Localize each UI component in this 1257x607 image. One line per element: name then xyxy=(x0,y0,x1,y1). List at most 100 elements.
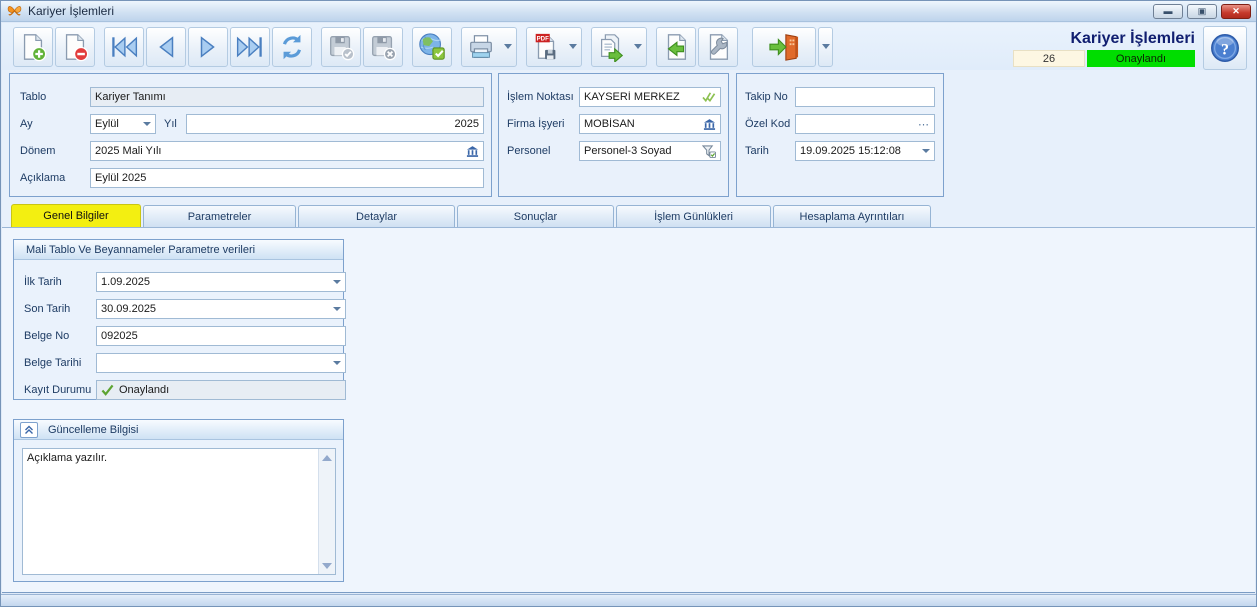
next-record-icon xyxy=(195,34,221,60)
title-bar: Kariyer İşlemleri ▬ ▣ ✕ xyxy=(1,1,1256,22)
save-cancel-button[interactable] xyxy=(363,27,403,67)
tab-parametreler[interactable]: Parametreler xyxy=(143,205,296,227)
print-dropdown-caret[interactable] xyxy=(504,44,512,49)
tarih-label: Tarih xyxy=(745,145,769,157)
aciklama-label: Açıklama xyxy=(20,172,65,184)
page-title: Kariyer İşlemleri xyxy=(1070,29,1195,49)
kayit-durumu-field: Onaylandı xyxy=(96,380,346,400)
mali-tablo-panel-title: Mali Tablo Ve Beyannameler Parametre ver… xyxy=(26,244,255,256)
belge-tarihi-dropdown-arrow[interactable] xyxy=(333,361,341,365)
donem-lookup-bank-icon[interactable] xyxy=(466,145,479,158)
takip-no-input[interactable] xyxy=(795,87,935,107)
delete-record-button[interactable] xyxy=(55,27,95,67)
first-record-button[interactable] xyxy=(104,27,144,67)
ilk-tarih-picker[interactable]: 1.09.2025 xyxy=(96,272,346,292)
guncelleme-memo-text[interactable]: Açıklama yazılır. xyxy=(23,449,318,574)
scroll-down-icon[interactable] xyxy=(320,558,335,573)
restore-button[interactable]: ▣ xyxy=(1187,4,1217,19)
guncelleme-memo[interactable]: Açıklama yazılır. xyxy=(22,448,336,575)
close-button[interactable]: ✕ xyxy=(1221,4,1251,19)
tab-islem-gunlukleri[interactable]: İşlem Günlükleri xyxy=(616,205,771,227)
import-document-button[interactable] xyxy=(656,27,696,67)
window-bottom-border xyxy=(1,594,1256,606)
belge-no-input[interactable]: 092025 xyxy=(96,326,346,346)
tab-sonuclar[interactable]: Sonuçlar xyxy=(457,205,614,227)
personel-filter-icon[interactable] xyxy=(702,145,716,158)
ozel-kod-input[interactable]: ⋯ xyxy=(795,114,935,134)
collapse-panel-button[interactable] xyxy=(20,422,38,438)
previous-record-button[interactable] xyxy=(146,27,186,67)
copy-dropdown-caret[interactable] xyxy=(634,44,642,49)
ay-select[interactable]: Eylül xyxy=(90,114,156,134)
next-record-button[interactable] xyxy=(188,27,228,67)
ay-dropdown-arrow[interactable] xyxy=(143,122,151,126)
exit-door-icon xyxy=(767,32,801,62)
ilk-tarih-dropdown-arrow[interactable] xyxy=(333,280,341,284)
tab-genel-bilgiler[interactable]: Genel Bilgiler xyxy=(11,204,141,227)
document-tools-button[interactable] xyxy=(698,27,738,67)
donem-label: Dönem xyxy=(20,145,55,157)
personel-field[interactable]: Personel-3 Soyad xyxy=(579,141,721,161)
guncelleme-panel-header: Güncelleme Bilgisi xyxy=(14,420,343,440)
tab-content-genel-bilgiler: Mali Tablo Ve Beyannameler Parametre ver… xyxy=(2,228,1255,593)
tarih-dropdown-arrow[interactable] xyxy=(922,149,930,153)
save-button[interactable] xyxy=(321,27,361,67)
minimize-button[interactable]: ▬ xyxy=(1153,4,1183,19)
save-cancel-disabled-icon xyxy=(368,32,398,62)
islem-noktasi-label: İşlem Noktası xyxy=(507,91,574,103)
new-record-button[interactable] xyxy=(13,27,53,67)
pdf-dropdown-caret[interactable] xyxy=(569,44,577,49)
firma-lookup-bank-icon[interactable] xyxy=(703,118,716,131)
last-record-button[interactable] xyxy=(230,27,270,67)
collapse-chevrons-icon xyxy=(24,425,34,435)
import-document-icon xyxy=(661,32,691,62)
tarih-picker[interactable]: 19.09.2025 15:12:08 xyxy=(795,141,935,161)
last-record-icon xyxy=(235,34,265,60)
tab-detaylar[interactable]: Detaylar xyxy=(298,205,455,227)
print-button[interactable] xyxy=(461,27,517,67)
first-record-icon xyxy=(109,34,139,60)
scroll-up-icon[interactable] xyxy=(320,450,335,465)
help-icon: ? xyxy=(1208,31,1242,65)
belge-tarihi-picker[interactable] xyxy=(96,353,346,373)
aciklama-input[interactable]: Eylül 2025 xyxy=(90,168,484,188)
wrench-document-icon xyxy=(703,32,733,62)
ozel-kod-label: Özel Kod xyxy=(745,118,790,130)
belge-no-label: Belge No xyxy=(24,330,69,342)
refresh-button[interactable] xyxy=(272,27,312,67)
donem-input[interactable]: 2025 Mali Yılı xyxy=(90,141,484,161)
son-tarih-picker[interactable]: 30.09.2025 xyxy=(96,299,346,319)
delete-document-icon xyxy=(60,32,90,62)
firma-isyeri-field[interactable]: MOBİSAN xyxy=(579,114,721,134)
previous-record-icon xyxy=(153,34,179,60)
header-form-area: Tablo Kariyer Tanımı Ay Eylül Yıl 2025 D… xyxy=(2,70,1255,204)
tab-strip: Genel Bilgiler Parametreler Detaylar Son… xyxy=(2,204,1255,228)
tablo-field: Kariyer Tanımı xyxy=(90,87,484,107)
status-badge: Onaylandı xyxy=(1087,50,1195,67)
yil-input[interactable]: 2025 xyxy=(186,114,484,134)
exit-dropdown-caret xyxy=(822,44,830,49)
refresh-icon xyxy=(277,32,307,62)
islem-noktasi-field[interactable]: KAYSERİ MERKEZ xyxy=(579,87,721,107)
globe-check-icon xyxy=(417,32,447,62)
guncelleme-bilgisi-panel: Güncelleme Bilgisi Açıklama yazılır. xyxy=(13,419,344,582)
approved-double-check-icon xyxy=(702,91,716,103)
save-disabled-icon xyxy=(326,32,356,62)
belge-tarihi-label: Belge Tarihi xyxy=(24,357,81,369)
panel-definition: Tablo Kariyer Tanımı Ay Eylül Yıl 2025 D… xyxy=(9,73,492,197)
mali-tablo-panel-header: Mali Tablo Ve Beyannameler Parametre ver… xyxy=(14,240,343,260)
son-tarih-dropdown-arrow[interactable] xyxy=(333,307,341,311)
tab-hesaplama-ayrintilari[interactable]: Hesaplama Ayrıntıları xyxy=(773,205,931,227)
main-toolbar: PDF xyxy=(2,23,1255,70)
ilk-tarih-label: İlk Tarih xyxy=(24,276,62,288)
web-approve-button[interactable] xyxy=(412,27,452,67)
memo-scrollbar[interactable] xyxy=(318,449,335,574)
exit-dropdown-button[interactable] xyxy=(818,27,833,67)
exit-button[interactable] xyxy=(752,27,816,67)
new-document-icon xyxy=(18,32,48,62)
help-button[interactable]: ? xyxy=(1203,26,1247,70)
ozel-kod-lookup-button[interactable]: ⋯ xyxy=(918,118,930,131)
pdf-save-button[interactable]: PDF xyxy=(526,27,582,67)
svg-text:PDF: PDF xyxy=(537,35,549,42)
copy-transfer-button[interactable] xyxy=(591,27,647,67)
